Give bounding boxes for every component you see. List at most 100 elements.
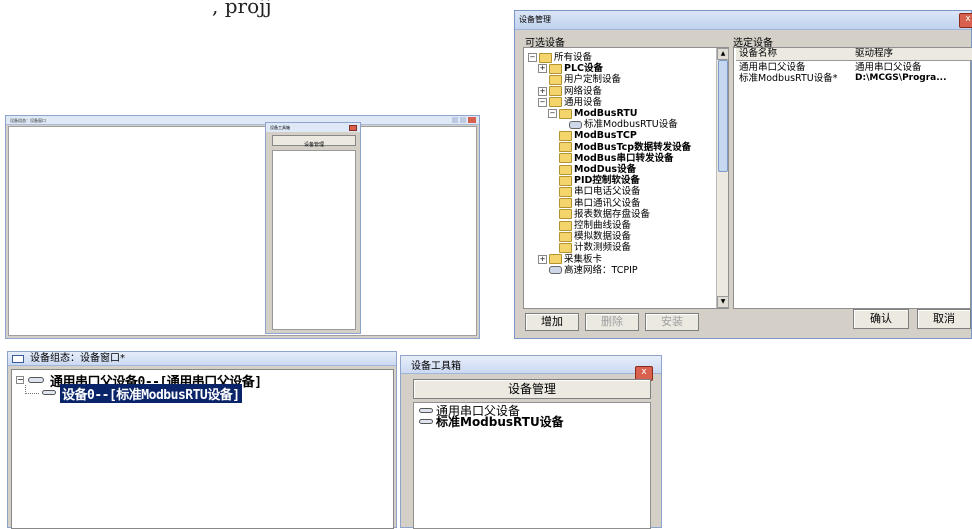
folder-icon bbox=[559, 130, 572, 141]
selected-devices-list[interactable]: 设备名称 驱动程序 通用串口父设备 通用串口父设备 标准ModbusRTU设备*… bbox=[733, 47, 972, 309]
expand-icon[interactable]: + bbox=[538, 86, 547, 96]
tree-node[interactable]: ModDus设备 bbox=[548, 164, 636, 175]
tree-node[interactable]: − ModBusRTU bbox=[548, 108, 638, 119]
tree-node-label: 网络设备 bbox=[564, 85, 603, 97]
tree-node-label: 控制曲线设备 bbox=[574, 220, 632, 231]
tree-node-label: ModBusTcp数据转发设备 bbox=[574, 141, 692, 153]
folder-icon bbox=[549, 63, 562, 74]
tree-node[interactable]: + PLC设备 bbox=[538, 63, 603, 74]
collapse-icon[interactable]: − bbox=[548, 109, 557, 118]
child-device-icon bbox=[42, 390, 56, 395]
small-close-icon[interactable] bbox=[468, 117, 476, 123]
tree-node-label: 串口通讯父设备 bbox=[574, 197, 641, 209]
device-manager-dialog: 设备管理 x 可选设备 选定设备 − 所有设备 + PLC设备 用户定制设备 + 网络设备 −… bbox=[514, 10, 972, 339]
tree-node[interactable]: + 网络设备 bbox=[538, 86, 602, 97]
top-text-fragment: , projj bbox=[212, 0, 272, 18]
expand-icon[interactable]: + bbox=[538, 64, 547, 74]
tree-node[interactable]: 串口电话父设备 bbox=[548, 186, 641, 197]
tree-node[interactable]: 标准ModbusRTU设备 bbox=[558, 119, 678, 130]
column-header-driver[interactable]: 驱动程序 bbox=[852, 48, 972, 61]
root-collapse-icon[interactable]: − bbox=[16, 376, 24, 384]
scroll-up-icon[interactable]: ▲ bbox=[717, 48, 729, 60]
device-manage-button[interactable]: 设备管理 bbox=[413, 379, 651, 399]
row-0-name[interactable]: 通用串口父设备 bbox=[739, 62, 806, 73]
tree-node-label: 所有设备 bbox=[554, 52, 593, 63]
small-toolbox: 设备工具箱 设备管理 bbox=[265, 122, 361, 334]
window-icon bbox=[12, 355, 24, 363]
list-item-modbus-rtu[interactable]: 标准ModbusRTU设备 bbox=[436, 413, 564, 430]
root-device-icon bbox=[28, 377, 44, 383]
tree-node-label: PID控制软设备 bbox=[574, 175, 640, 187]
folder-icon bbox=[559, 164, 572, 175]
folder-icon bbox=[559, 231, 572, 242]
dialog-close-icon[interactable]: x bbox=[959, 13, 972, 28]
tree-node[interactable]: PID控制软设备 bbox=[548, 175, 640, 186]
row-1-name[interactable]: 标准ModbusRTU设备* bbox=[739, 73, 837, 84]
tree-node[interactable]: 计数测频设备 bbox=[548, 242, 631, 253]
tree-node[interactable]: ModBusTCP bbox=[548, 130, 637, 141]
tree-node[interactable]: 用户定制设备 bbox=[538, 74, 621, 85]
small-titlebar bbox=[6, 116, 479, 125]
available-devices-tree[interactable]: − 所有设备 + PLC设备 用户定制设备 + 网络设备 − 通用设备 − ModBusRTU 标准M… bbox=[523, 47, 729, 309]
tree-node[interactable]: 控制曲线设备 bbox=[548, 220, 631, 231]
install-button[interactable]: 安装 bbox=[645, 313, 699, 331]
scroll-down-icon[interactable]: ▼ bbox=[717, 296, 729, 308]
tree-node-label: 用户定制设备 bbox=[564, 74, 622, 86]
folder-icon bbox=[559, 242, 572, 253]
ok-button[interactable]: 确认 bbox=[853, 309, 909, 329]
tree-node-label: 标准ModbusRTU设备 bbox=[584, 119, 678, 131]
main-work-area[interactable]: − 通用串口父设备0--[通用串口父设备] 设备0--[标准ModbusRTU设… bbox=[11, 369, 394, 529]
tree-child-node-selected[interactable]: 设备0--[标准ModbusRTU设备] bbox=[60, 384, 242, 403]
add-button[interactable]: 增加 bbox=[525, 313, 579, 331]
tree-node-label: ModBusRTU bbox=[574, 108, 638, 119]
tree-node-label: ModDus设备 bbox=[574, 164, 637, 175]
small-main-screenshot: 设备组态：设备窗口 设备工具箱 设备管理 bbox=[5, 115, 480, 339]
small-toolbox-list[interactable] bbox=[272, 150, 356, 330]
list-item-device-icon bbox=[419, 408, 433, 413]
tree-node-label: ModBusTCP bbox=[574, 130, 637, 142]
tree-node[interactable]: − 所有设备 bbox=[528, 52, 592, 63]
folder-icon bbox=[559, 220, 572, 231]
tree-node-label: 模拟数据设备 bbox=[574, 231, 632, 243]
tree-vertical-scrollbar[interactable]: ▲ ▼ bbox=[716, 48, 729, 308]
small-window-controls[interactable] bbox=[452, 117, 476, 123]
tree-node[interactable]: ModBusTcp数据转发设备 bbox=[548, 142, 691, 153]
row-0-driver[interactable]: 通用串口父设备 bbox=[855, 62, 922, 73]
small-maximize-icon[interactable] bbox=[460, 117, 466, 123]
tree-node-label: 报表数据存盘设备 bbox=[574, 208, 651, 220]
tree-node[interactable]: 模拟数据设备 bbox=[548, 231, 631, 242]
row-1-driver[interactable]: D:\MCGS\Progra... bbox=[855, 73, 947, 84]
small-window-title: 设备组态：设备窗口 bbox=[10, 118, 46, 123]
add-button-label: 增加 bbox=[541, 315, 563, 328]
device-toolbox-window: 设备工具箱 x 设备管理 通用串口父设备 标准ModbusRTU设备 bbox=[400, 355, 662, 529]
toolbox-device-list[interactable]: 通用串口父设备 标准ModbusRTU设备 bbox=[413, 402, 651, 529]
tree-node[interactable]: 报表数据存盘设备 bbox=[548, 209, 650, 220]
tree-node[interactable]: − 通用设备 bbox=[538, 97, 602, 108]
tree-node[interactable]: 串口通讯父设备 bbox=[548, 198, 641, 209]
folder-icon bbox=[559, 198, 572, 209]
small-work-area bbox=[8, 126, 477, 336]
small-minimize-icon[interactable] bbox=[452, 117, 458, 123]
folder-icon bbox=[549, 86, 562, 97]
collapse-icon[interactable]: − bbox=[538, 97, 547, 107]
small-device-manage-label: 设备管理 bbox=[303, 142, 324, 148]
delete-button-label: 删除 bbox=[601, 315, 623, 328]
tree-node[interactable]: ModBus串口转发设备 bbox=[548, 153, 673, 164]
cancel-button[interactable]: 取消 bbox=[917, 309, 971, 329]
small-toolbox-close-icon[interactable] bbox=[349, 125, 357, 131]
folder-icon bbox=[549, 97, 562, 108]
tree-node[interactable]: + 采集板卡 bbox=[538, 254, 602, 265]
scroll-thumb[interactable] bbox=[718, 60, 728, 172]
column-header-name[interactable]: 设备名称 bbox=[736, 48, 855, 61]
device-icon bbox=[549, 266, 562, 275]
small-device-manage-button[interactable]: 设备管理 bbox=[272, 135, 356, 148]
folder-icon bbox=[539, 52, 552, 63]
delete-button[interactable]: 删除 bbox=[585, 313, 639, 331]
tree-node[interactable]: 高速网络：TCPIP bbox=[538, 265, 638, 276]
folder-icon bbox=[549, 254, 562, 265]
tree-node-label: 计数测频设备 bbox=[574, 242, 632, 254]
collapse-icon[interactable]: − bbox=[528, 53, 537, 62]
device-manage-button-label: 设备管理 bbox=[507, 382, 556, 396]
list-item-device-icon bbox=[419, 419, 433, 424]
expand-icon[interactable]: + bbox=[538, 254, 547, 264]
